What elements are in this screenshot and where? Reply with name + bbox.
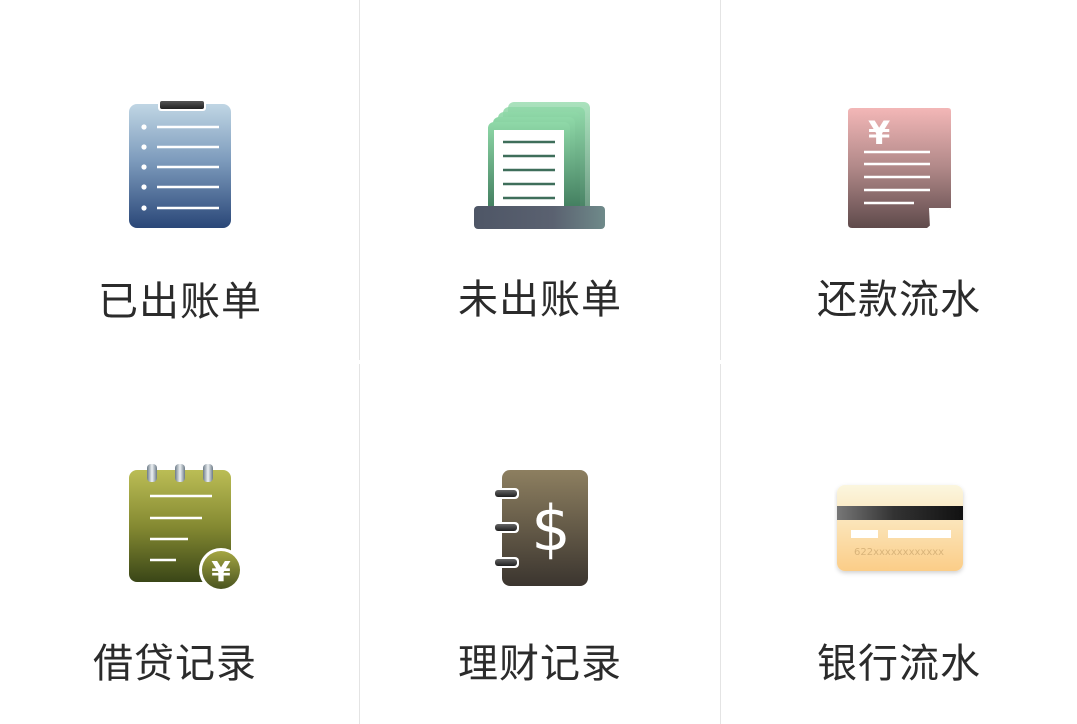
menu-item-wealth-records[interactable]: $ 理财记录 [360,364,720,724]
svg-text:¥: ¥ [868,114,890,152]
menu-item-unbilled[interactable]: 未出账单 [360,0,720,362]
menu-item-label: 还款流水 [817,277,981,323]
menu-item-label: 银行流水 [817,641,981,687]
menu-item-label: 未出账单 [458,277,622,323]
yuan-receipt-icon: ¥ [844,104,954,232]
dollar-notebook-icon: $ [490,466,592,590]
menu-item-label: 理财记录 [458,641,622,687]
menu-item-billed[interactable]: 已出账单 [0,0,359,362]
svg-text:$: $ [531,492,570,565]
menu-grid: 已出账单 未出账单 ¥ 还款流水 ¥ 借贷记录 $ 理财记录 622xxxxxx… [0,0,1077,724]
svg-text:¥: ¥ [211,555,231,588]
menu-item-repayment-flow[interactable]: ¥ 还款流水 [721,0,1077,362]
menu-item-loan-records[interactable]: ¥ 借贷记录 [0,364,359,724]
menu-item-bank-flow[interactable]: 622xxxxxxxxxxxx 银行流水 [721,364,1077,724]
bank-card-icon: 622xxxxxxxxxxxx [834,482,968,578]
bill-stack-icon [472,100,608,232]
menu-item-label: 借贷记录 [93,641,257,687]
svg-text:622xxxxxxxxxxxx: 622xxxxxxxxxxxx [854,547,944,558]
notepad-yuan-icon: ¥ [124,460,248,596]
menu-item-label: 已出账单 [98,279,262,325]
clipboard-list-icon [124,96,236,232]
